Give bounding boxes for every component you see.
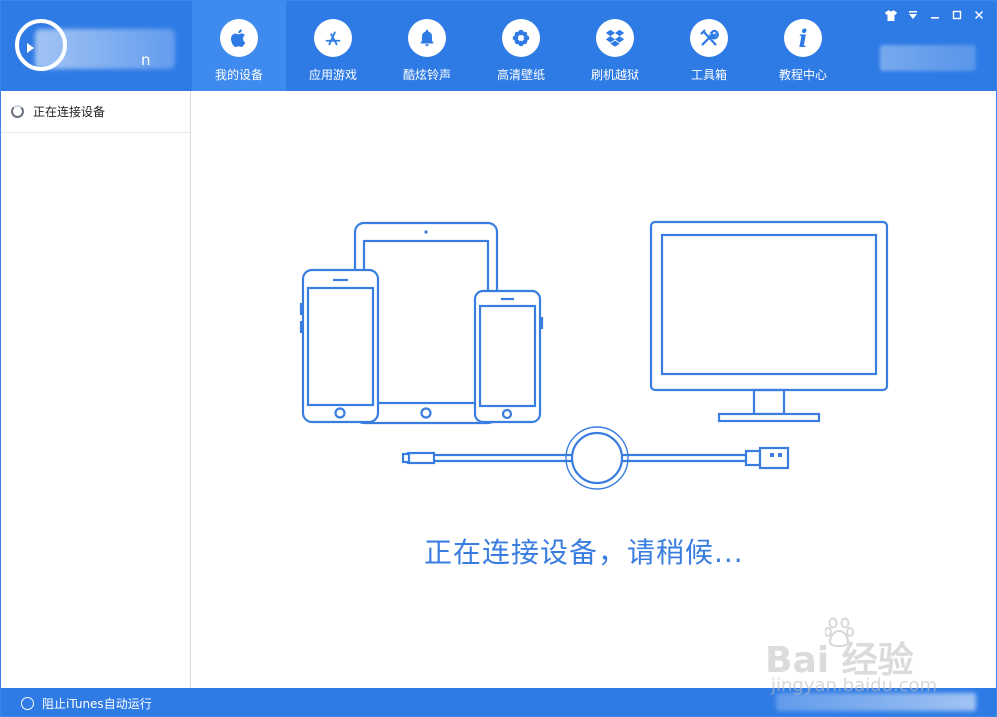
nav-ringtones[interactable]: 酷炫铃声	[380, 1, 474, 91]
nav-label: 刷机越狱	[590, 68, 639, 82]
nav-label: 酷炫铃声	[402, 68, 451, 82]
app-name-suffix: n	[141, 51, 151, 69]
apple-icon	[220, 19, 258, 57]
main-nav: 我的设备 应用游戏 酷炫铃声 高清壁纸 刷机越狱 工具箱 i 教程中心	[192, 1, 850, 91]
header-bar: n 我的设备 应用游戏 酷炫铃声 高清壁纸 刷机越狱 工具箱 i 教程中心	[1, 1, 996, 91]
status-bar: 阻止iTunes自动运行	[1, 688, 996, 716]
flower-icon	[502, 19, 540, 57]
app-name-blurred	[35, 29, 175, 69]
block-itunes-label: 阻止iTunes自动运行	[42, 697, 152, 711]
account-area-blurred[interactable]	[880, 45, 976, 71]
bell-icon	[408, 19, 446, 57]
nav-label: 应用游戏	[308, 68, 357, 82]
app-window: n 我的设备 应用游戏 酷炫铃声 高清壁纸 刷机越狱 工具箱 i 教程中心 正在…	[0, 0, 997, 717]
minimize-icon[interactable]	[926, 7, 944, 23]
nav-label: 高清壁纸	[496, 68, 545, 82]
app-store-icon	[314, 19, 352, 57]
nav-flash-jailbreak[interactable]: 刷机越狱	[568, 1, 662, 91]
radio-icon	[21, 697, 34, 710]
dropbox-icon	[596, 19, 634, 57]
loading-spinner-icon	[11, 105, 24, 118]
nav-apps-games[interactable]: 应用游戏	[286, 1, 380, 91]
nav-toolbox[interactable]: 工具箱	[662, 1, 756, 91]
monitor-illustration	[649, 220, 889, 392]
connect-device-illustration	[299, 220, 889, 490]
device-status-label: 正在连接设备	[33, 105, 106, 119]
footer-info-blurred	[776, 693, 976, 711]
device-sidebar: 正在连接设备	[1, 91, 191, 688]
connection-hub-illustration	[570, 431, 624, 485]
large-phone-illustration	[301, 268, 380, 424]
nav-label: 我的设备	[214, 68, 263, 82]
device-list-item[interactable]: 正在连接设备	[1, 91, 190, 133]
nav-label: 工具箱	[690, 68, 727, 82]
main-content: 正在连接设备，请稍候...	[192, 91, 996, 688]
nav-my-device[interactable]: 我的设备	[192, 1, 286, 91]
block-itunes-toggle[interactable]: 阻止iTunes自动运行	[21, 695, 152, 712]
dropdown-icon[interactable]	[904, 7, 922, 23]
shirt-icon[interactable]	[882, 7, 900, 23]
nav-tutorials[interactable]: i 教程中心	[756, 1, 850, 91]
window-controls	[882, 7, 988, 23]
maximize-icon[interactable]	[948, 7, 966, 23]
connecting-status-message: 正在连接设备，请稍候...	[424, 536, 744, 569]
info-icon: i	[784, 19, 822, 57]
small-phone-illustration	[473, 289, 542, 424]
close-icon[interactable]	[970, 7, 988, 23]
nav-wallpapers[interactable]: 高清壁纸	[474, 1, 568, 91]
tools-icon	[690, 19, 728, 57]
nav-label: 教程中心	[778, 68, 827, 82]
